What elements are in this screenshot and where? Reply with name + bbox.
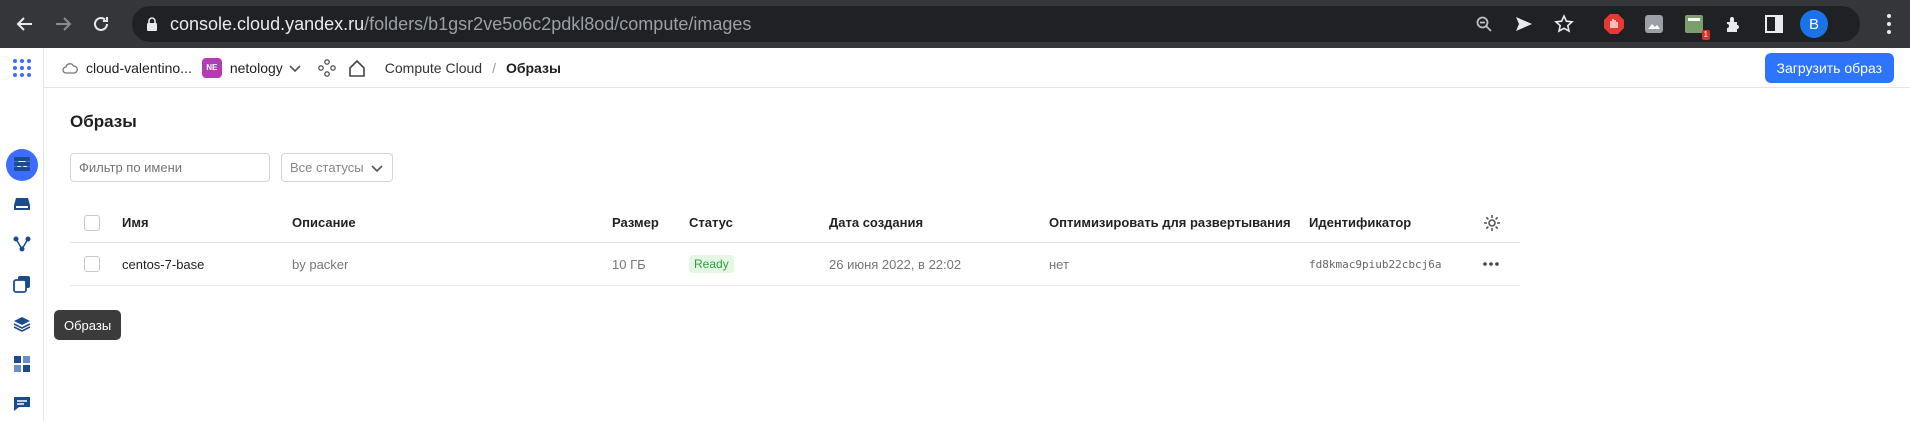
- row-actions-icon[interactable]: [1482, 243, 1500, 285]
- home-icon[interactable]: [347, 58, 367, 78]
- chevron-down-icon: [371, 161, 383, 176]
- column-size[interactable]: Размер: [612, 203, 659, 242]
- select-all-checkbox[interactable]: [84, 203, 100, 242]
- folder-badge: NE: [201, 57, 222, 78]
- status-filter-value: Все статусы: [290, 160, 364, 175]
- back-icon[interactable]: [12, 11, 38, 37]
- cloud-selector[interactable]: cloud-valentino...: [62, 60, 192, 76]
- sidepanel-icon[interactable]: [1760, 10, 1788, 38]
- reload-icon[interactable]: [88, 11, 114, 37]
- url-host: console.cloud.yandex.ru: [170, 13, 365, 34]
- apps-grid-icon[interactable]: [10, 56, 34, 80]
- adblock-icon[interactable]: [1600, 10, 1628, 38]
- lock-icon: [146, 16, 160, 32]
- row-size: 10 ГБ: [612, 256, 646, 272]
- status-badge: Ready: [689, 255, 734, 273]
- row-id[interactable]: fd8kmac9piub22cbcj6a: [1309, 243, 1441, 285]
- row-checkbox[interactable]: [84, 243, 100, 285]
- support-chat-icon[interactable]: [10, 392, 34, 416]
- breadcrumb-current: Образы: [505, 59, 561, 76]
- folder-selector[interactable]: netology: [230, 60, 283, 76]
- chevron-down-icon[interactable]: [289, 60, 301, 76]
- row-optimize: нет: [1049, 256, 1069, 272]
- profile-avatar[interactable]: B: [1800, 10, 1828, 38]
- row-status: Ready: [689, 243, 734, 285]
- images-icon[interactable]: [10, 312, 34, 336]
- breadcrumb-separator: /: [492, 59, 496, 76]
- url-path: /folders/b1gsr2ve5o6c2pdkl8od/compute/im…: [364, 13, 752, 34]
- gear-icon[interactable]: [1483, 203, 1501, 242]
- placement-groups-icon[interactable]: [10, 232, 34, 256]
- page-title: Образы: [70, 112, 137, 131]
- browser-menu-icon[interactable]: [1886, 12, 1892, 36]
- upload-image-button[interactable]: Загрузить образ: [1764, 53, 1894, 83]
- status-filter-select[interactable]: Все статусы: [281, 153, 393, 182]
- table-row[interactable]: centos-7-base by packer 10 ГБ Ready 26 и…: [70, 243, 1520, 286]
- vm-instances-icon[interactable]: [10, 152, 34, 176]
- url-text: console.cloud.yandex.ru/folders/b1gsr2ve…: [170, 14, 751, 35]
- cloud-icon: [62, 62, 78, 74]
- images-tooltip: Образы: [54, 310, 122, 340]
- extension-badge: 1: [1701, 30, 1710, 40]
- browser-toolbar: console.cloud.yandex.ru/folders/b1gsr2ve…: [0, 0, 1910, 48]
- row-name[interactable]: centos-7-base: [122, 243, 204, 285]
- column-name[interactable]: Имя: [122, 203, 149, 242]
- left-rail: [0, 48, 44, 421]
- send-icon[interactable]: [1510, 10, 1538, 38]
- breadcrumb-compute-cloud[interactable]: Compute Cloud: [385, 60, 482, 76]
- console-topbar: cloud-valentino... NE netology Compute C…: [44, 48, 1910, 88]
- name-filter-input[interactable]: [70, 153, 270, 182]
- snapshots-icon[interactable]: [10, 272, 34, 296]
- cloud-name: cloud-valentino...: [86, 59, 192, 76]
- row-created: 26 июня 2022, в 22:02: [829, 256, 962, 272]
- column-status[interactable]: Статус: [689, 203, 733, 242]
- nodes-icon[interactable]: [317, 58, 337, 78]
- extension-photo-icon[interactable]: [1640, 10, 1668, 38]
- table-header: Имя Описание Размер Статус Дата создания…: [70, 203, 1520, 243]
- column-optimize[interactable]: Оптимизировать для развертывания: [1049, 203, 1291, 242]
- row-description: by packer: [292, 256, 349, 272]
- disks-icon[interactable]: [10, 192, 34, 216]
- star-icon[interactable]: [1550, 10, 1578, 38]
- extension-grid-icon[interactable]: 1: [1680, 10, 1710, 40]
- zoom-icon[interactable]: [1470, 10, 1498, 38]
- forward-icon[interactable]: [50, 11, 76, 37]
- column-description[interactable]: Описание: [292, 203, 356, 242]
- column-created[interactable]: Дата создания: [829, 203, 923, 242]
- instance-groups-icon[interactable]: [10, 352, 34, 376]
- address-bar[interactable]: console.cloud.yandex.ru/folders/b1gsr2ve…: [132, 6, 1860, 42]
- column-id[interactable]: Идентификатор: [1309, 203, 1411, 242]
- puzzle-icon[interactable]: [1720, 10, 1748, 38]
